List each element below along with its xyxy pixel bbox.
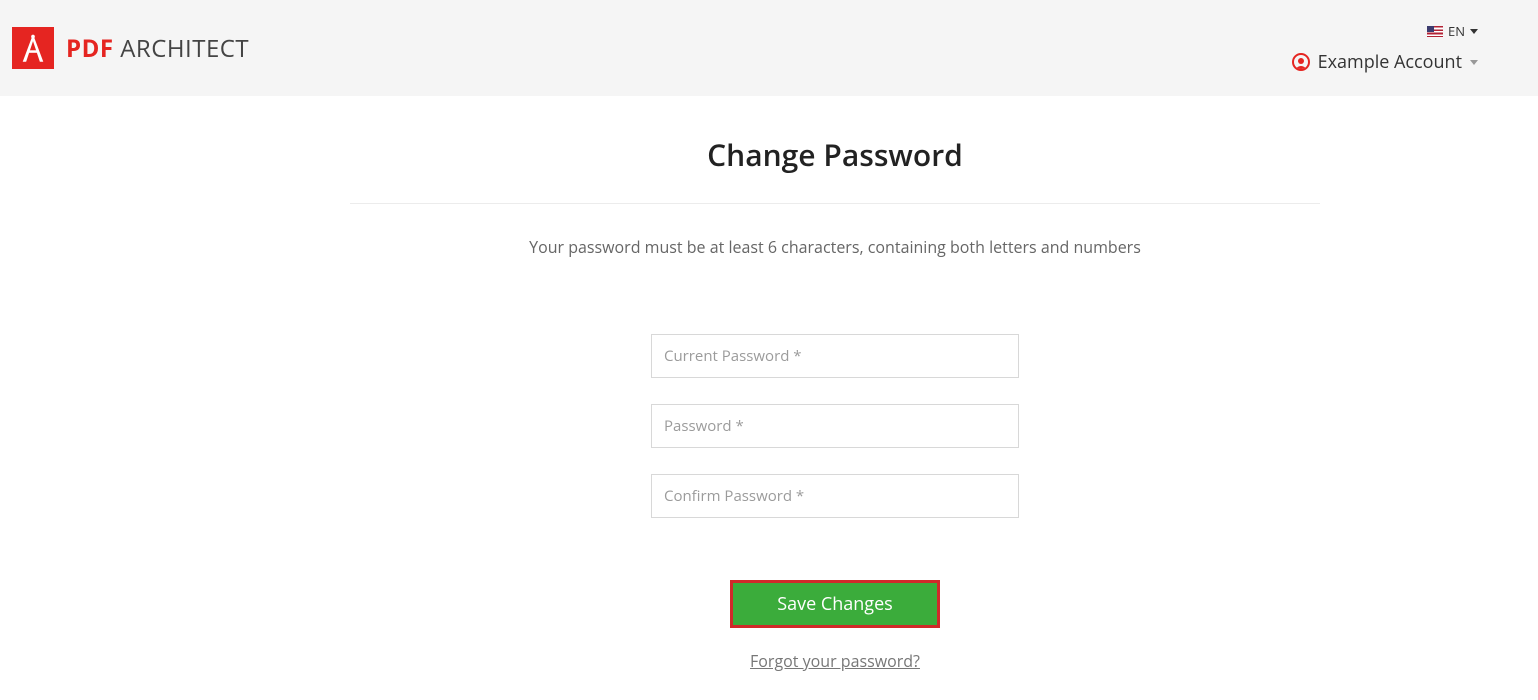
app-header: PDF ARCHITECT EN Example Account [0, 0, 1538, 96]
chevron-down-icon [1470, 60, 1478, 65]
page-title: Change Password [350, 134, 1320, 204]
brand-logo[interactable]: PDF ARCHITECT [12, 27, 249, 69]
account-menu[interactable]: Example Account [1292, 50, 1478, 74]
chevron-down-icon [1470, 29, 1478, 34]
header-controls: EN Example Account [1292, 22, 1518, 74]
new-password-input[interactable] [651, 404, 1019, 448]
password-hint: Your password must be at least 6 charact… [350, 236, 1320, 258]
main-content: Change Password Your password must be at… [350, 96, 1320, 672]
brand-logo-icon [12, 27, 54, 69]
language-selector[interactable]: EN [1427, 22, 1478, 40]
save-changes-button[interactable]: Save Changes [730, 580, 940, 628]
us-flag-icon [1427, 26, 1443, 37]
brand-arch-text: ARCHITECT [114, 32, 250, 65]
forgot-password-link[interactable]: Forgot your password? [350, 650, 1320, 672]
current-password-input[interactable] [651, 334, 1019, 378]
confirm-password-input[interactable] [651, 474, 1019, 518]
account-name-label: Example Account [1318, 50, 1462, 74]
user-icon [1292, 53, 1310, 71]
brand-pdf-text: PDF [66, 32, 114, 65]
language-label: EN [1448, 22, 1465, 40]
brand-logo-text: PDF ARCHITECT [66, 32, 249, 65]
change-password-form [651, 334, 1019, 518]
